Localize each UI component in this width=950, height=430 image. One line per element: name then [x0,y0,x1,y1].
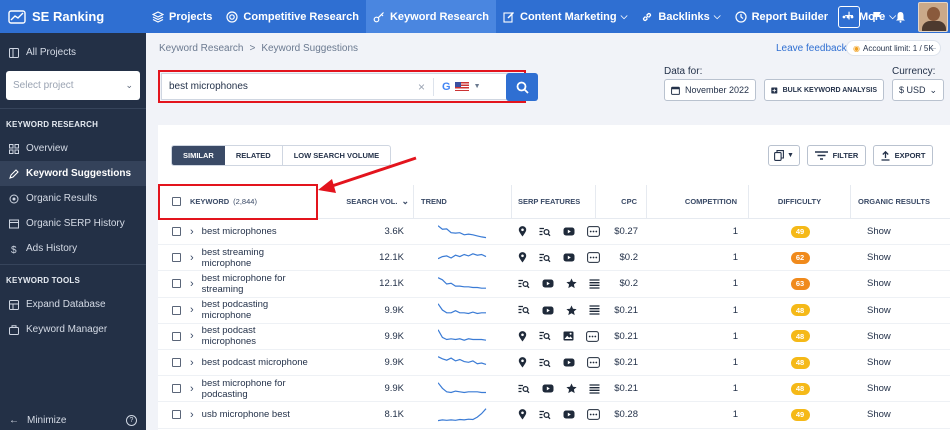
logo-text: SE Ranking [32,9,105,24]
flag-icon[interactable] [872,11,883,23]
project-select[interactable]: Select project ⌄ [6,71,140,100]
arrow-left-icon: ← [9,414,19,426]
avatar[interactable] [918,1,948,32]
sidebar-heading-keyword-research: KEYWORD RESEARCH [6,119,99,129]
logo[interactable]: SE Ranking [0,9,145,24]
svg-text:$: $ [11,245,17,254]
nav-item-report-builder[interactable]: Report Builder [728,0,835,33]
table-icon [9,299,26,310]
target-icon [226,10,243,23]
browser-icon [9,219,26,229]
top-nav: SE Ranking Projects Competitive Research K… [0,0,950,33]
sidebar-item-expand-database[interactable]: Expand Database [0,292,146,317]
clock-icon [735,10,752,23]
chevron-down-icon: ⌄ [125,80,133,90]
key-icon [373,11,390,23]
briefcase-icon [9,324,26,335]
layers-icon [152,10,169,23]
sidebar: All Projects Select project ⌄ KEYWORD RE… [0,33,146,430]
sidebar-item-keyword-suggestions[interactable]: Keyword Suggestions [0,161,146,186]
bell-icon[interactable] [895,11,906,23]
annotation-arrow [318,156,417,193]
nav-item-competitive-research[interactable]: Competitive Research [219,0,366,33]
minimize-bar[interactable]: ← Minimize ? [0,410,146,430]
nav-item-backlinks[interactable]: Backlinks ⌵ [634,0,727,33]
main-content: Keyword Research > Keyword Suggestions Lea… [146,33,950,430]
edit-icon [503,11,520,23]
sidebar-item-all-projects[interactable]: All Projects [0,40,146,65]
sidebar-item-organic-serp-history[interactable]: Organic SERP History [0,211,146,236]
nav-item-content-marketing[interactable]: Content Marketing ⌵ [496,0,634,33]
nav-item-keyword-research[interactable]: Keyword Research [365,0,497,33]
add-button[interactable]: + [838,5,860,28]
dollar-icon: $ [9,244,26,254]
chevron-down-icon: ⌵ [713,11,721,21]
sidebar-heading-keyword-tools: KEYWORD TOOLS [6,275,81,285]
bar-chart-logo-icon [8,9,26,24]
link-icon [641,11,658,23]
pencil-icon [9,168,26,179]
grid-icon [9,143,26,154]
nav-item-projects[interactable]: Projects [145,0,219,33]
columns-icon [9,47,19,58]
target-icon [9,194,26,204]
chevron-down-icon: ⌵ [620,11,628,21]
sidebar-item-overview[interactable]: Overview [0,136,146,161]
sidebar-item-organic-results[interactable]: Organic Results [0,186,146,211]
sidebar-item-ads-history[interactable]: $ Ads History [0,236,146,261]
help-icon[interactable]: ? [126,414,137,426]
sidebar-item-keyword-manager[interactable]: Keyword Manager [0,317,146,342]
